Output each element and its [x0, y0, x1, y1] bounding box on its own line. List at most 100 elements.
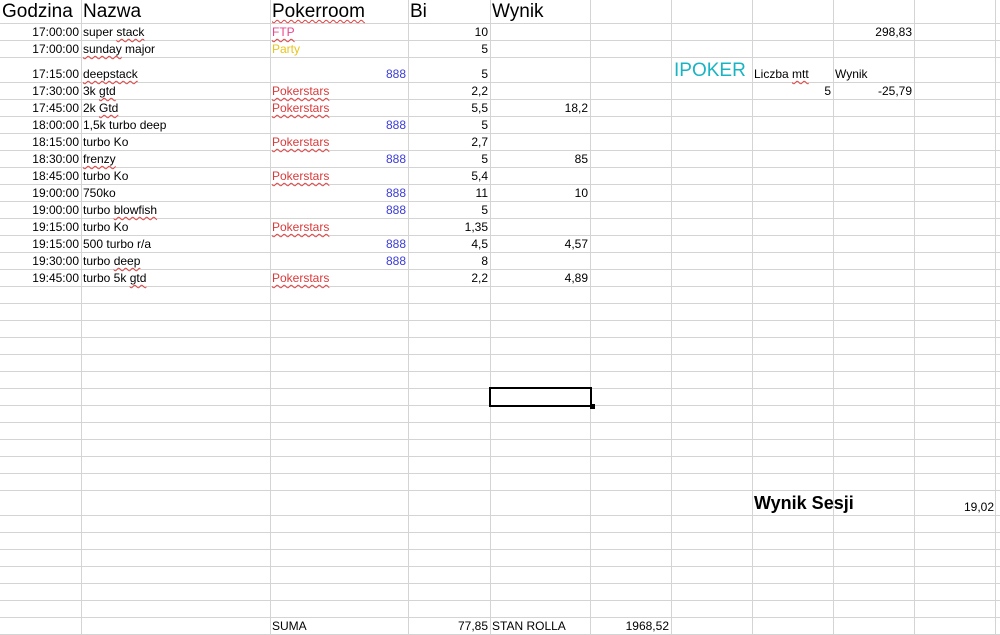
row-divider: [0, 583, 1000, 584]
room-cell[interactable]: Pokerstars: [270, 83, 408, 99]
result-cell[interactable]: 4,89: [490, 270, 590, 286]
room-cell[interactable]: Pokerstars: [270, 134, 408, 150]
room-cell[interactable]: 888: [270, 253, 408, 269]
time-cell[interactable]: 19:00:00: [0, 202, 81, 218]
time-cell[interactable]: 17:00:00: [0, 41, 81, 57]
header-pokerroom[interactable]: Pokerroom: [270, 1, 408, 23]
row-divider: [0, 515, 1000, 516]
row-divider: [0, 456, 1000, 457]
name-cell[interactable]: turbo 5k gtd: [81, 270, 270, 286]
result-cell[interactable]: 10: [490, 185, 590, 201]
row-divider: [0, 600, 1000, 601]
name-cell[interactable]: deepstack: [81, 66, 270, 82]
header-godzina[interactable]: Godzina: [0, 1, 81, 23]
room-cell[interactable]: Party: [270, 41, 408, 57]
bi-cell[interactable]: 5,4: [408, 168, 490, 184]
room-text: Pokerstars: [272, 271, 330, 285]
name-cell[interactable]: turbo Ko: [81, 168, 270, 184]
fill-handle[interactable]: [590, 404, 595, 409]
time-cell[interactable]: 17:45:00: [0, 100, 81, 116]
header-bi[interactable]: Bi: [408, 1, 490, 23]
bi-cell[interactable]: 5: [408, 117, 490, 133]
time-cell[interactable]: 19:30:00: [0, 253, 81, 269]
time-cell[interactable]: 18:00:00: [0, 117, 81, 133]
spreadsheet-grid: Godzina Nazwa Pokerroom Bi Wynik 298,83 …: [0, 0, 1000, 635]
room-cell[interactable]: Pokerstars: [270, 100, 408, 116]
header-nazwa[interactable]: Nazwa: [81, 1, 270, 23]
name-cell[interactable]: 500 turbo r/a: [81, 236, 270, 252]
room-cell[interactable]: 888: [270, 117, 408, 133]
bi-cell[interactable]: 2,2: [408, 270, 490, 286]
room-text: Pokerstars: [272, 220, 330, 234]
name-cell[interactable]: turbo blowfish: [81, 202, 270, 218]
result-cell[interactable]: 4,57: [490, 236, 590, 252]
room-cell[interactable]: Pokerstars: [270, 270, 408, 286]
total-result-cell[interactable]: 298,83: [833, 24, 914, 40]
room-cell[interactable]: Pokerstars: [270, 168, 408, 184]
bi-cell[interactable]: 5: [408, 66, 490, 82]
name-cell[interactable]: 1,5k turbo deep: [81, 117, 270, 133]
name-cell[interactable]: 2k Gtd: [81, 100, 270, 116]
spellcheck-word: deep: [113, 254, 141, 268]
time-cell[interactable]: 19:15:00: [0, 219, 81, 235]
column-divider: [590, 0, 591, 635]
time-cell[interactable]: 17:15:00: [0, 66, 81, 82]
time-cell[interactable]: 17:30:00: [0, 83, 81, 99]
bi-cell[interactable]: 5: [408, 41, 490, 57]
time-cell[interactable]: 17:00:00: [0, 24, 81, 40]
ipoker-result-label[interactable]: Wynik: [833, 66, 914, 82]
time-cell[interactable]: 18:30:00: [0, 151, 81, 167]
bi-cell[interactable]: 5,5: [408, 100, 490, 116]
result-cell[interactable]: 85: [490, 151, 590, 167]
time-cell[interactable]: 19:15:00: [0, 236, 81, 252]
spellcheck-word: Gtd: [99, 101, 119, 115]
room-text: Pokerstars: [272, 84, 330, 98]
time-cell[interactable]: 18:15:00: [0, 134, 81, 150]
column-divider: [490, 0, 491, 635]
session-result-value[interactable]: 19,02: [914, 499, 996, 515]
spellcheck-word: blowfish: [113, 203, 158, 217]
bi-cell[interactable]: 11: [408, 185, 490, 201]
time-cell[interactable]: 19:45:00: [0, 270, 81, 286]
stan-rolla-value[interactable]: 1968,52: [590, 618, 671, 634]
bi-cell[interactable]: 1,35: [408, 219, 490, 235]
bi-cell[interactable]: 2,2: [408, 83, 490, 99]
name-cell[interactable]: 750ko: [81, 185, 270, 201]
bi-cell[interactable]: 5: [408, 202, 490, 218]
room-cell[interactable]: FTP: [270, 24, 408, 40]
room-cell[interactable]: Pokerstars: [270, 219, 408, 235]
bi-cell[interactable]: 2,7: [408, 134, 490, 150]
bi-cell[interactable]: 10: [408, 24, 490, 40]
bi-cell[interactable]: 4,5: [408, 236, 490, 252]
bi-cell[interactable]: 5: [408, 151, 490, 167]
room-cell[interactable]: 888: [270, 202, 408, 218]
result-cell[interactable]: 18,2: [490, 100, 590, 116]
session-result-label[interactable]: Wynik Sesji: [752, 492, 914, 514]
active-cell-selection[interactable]: [489, 387, 592, 407]
name-cell[interactable]: frenzy: [81, 151, 270, 167]
row-divider: [0, 320, 1000, 321]
suma-label[interactable]: SUMA: [270, 618, 408, 634]
ipoker-count-cell[interactable]: 5: [752, 83, 833, 99]
name-cell[interactable]: sunday major: [81, 41, 270, 57]
name-cell[interactable]: 3k gtd: [81, 83, 270, 99]
room-cell[interactable]: 888: [270, 185, 408, 201]
stan-rolla-label[interactable]: STAN ROLLA: [490, 618, 590, 634]
header-wynik[interactable]: Wynik: [490, 1, 590, 23]
ipoker-label[interactable]: IPOKER: [672, 60, 753, 82]
bi-cell[interactable]: 8: [408, 253, 490, 269]
name-cell[interactable]: turbo Ko: [81, 219, 270, 235]
room-text: FTP: [272, 25, 295, 39]
ipoker-count-label[interactable]: Liczba mtt: [752, 66, 833, 82]
row-divider: [0, 532, 1000, 533]
time-cell[interactable]: 19:00:00: [0, 185, 81, 201]
room-cell[interactable]: 888: [270, 236, 408, 252]
suma-value[interactable]: 77,85: [408, 618, 490, 634]
time-cell[interactable]: 18:45:00: [0, 168, 81, 184]
name-cell[interactable]: turbo Ko: [81, 134, 270, 150]
name-cell[interactable]: turbo deep: [81, 253, 270, 269]
ipoker-result-cell[interactable]: -25,79: [833, 83, 914, 99]
room-cell[interactable]: 888: [270, 151, 408, 167]
room-cell[interactable]: 888: [270, 66, 408, 82]
name-cell[interactable]: super stack: [81, 24, 270, 40]
